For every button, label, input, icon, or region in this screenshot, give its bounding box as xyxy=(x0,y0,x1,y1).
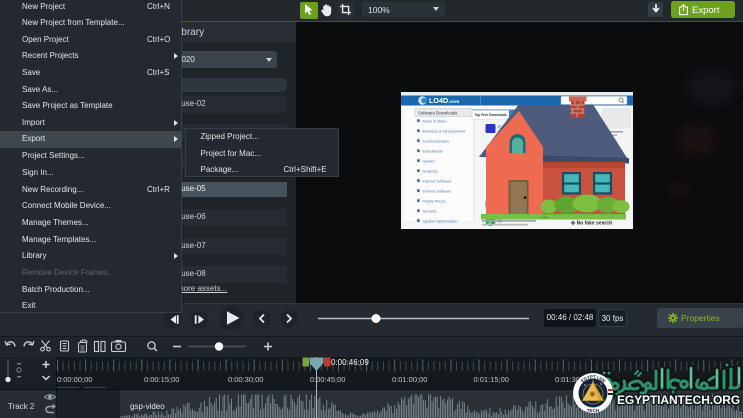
svg-text:Audio & Video: Audio & Video xyxy=(423,120,447,124)
svg-text:Educational: Educational xyxy=(423,150,443,154)
svg-text:Security: Security xyxy=(423,210,437,214)
svg-text:Software Downloads: Software Downloads xyxy=(418,110,457,115)
svg-text:4.5★: 4.5★ xyxy=(541,216,549,220)
svg-text:Mobile Phone: Mobile Phone xyxy=(423,200,446,204)
svg-text:Top Free Downloads: Top Free Downloads xyxy=(475,113,507,117)
svg-text:⊕ No fake search: ⊕ No fake search xyxy=(571,221,612,227)
svg-text:TECH: TECH xyxy=(587,408,600,413)
svg-text:Graphics: Graphics xyxy=(423,170,438,174)
svg-text:Internet Software: Internet Software xyxy=(423,190,452,194)
svg-text:Games: Games xyxy=(423,160,435,164)
svg-text:Business & Development: Business & Development xyxy=(423,130,466,134)
svg-text:Communication: Communication xyxy=(423,140,449,144)
svg-text:System Optimization: System Optimization xyxy=(423,220,458,224)
svg-text:Internet Software: Internet Software xyxy=(423,180,452,184)
